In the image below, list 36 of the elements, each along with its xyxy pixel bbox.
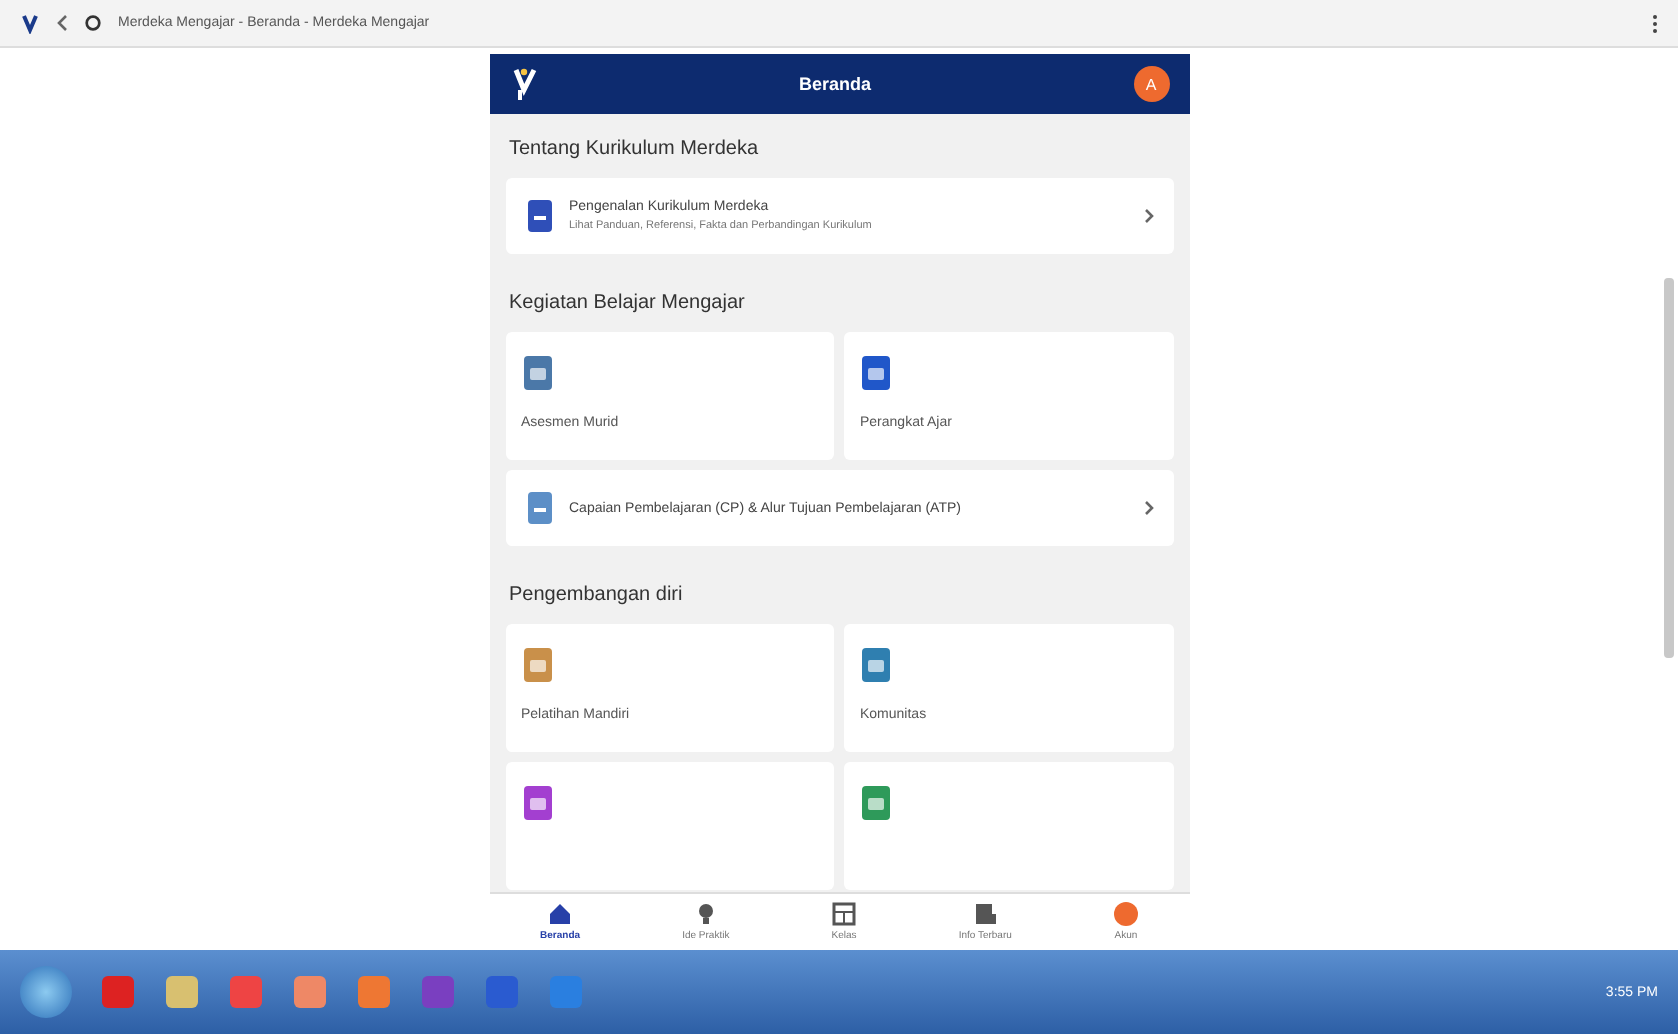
document-icon <box>525 490 553 526</box>
chevron-icon <box>1143 208 1153 224</box>
start-button[interactable] <box>20 966 72 1018</box>
board-icon <box>832 902 856 926</box>
app-icon[interactable] <box>548 974 584 1010</box>
section-title: Tentang Kurikulum Merdeka <box>509 138 761 160</box>
app-logo-icon <box>509 66 537 102</box>
section-title: Pengembangan diri <box>509 584 685 606</box>
back-icon[interactable] <box>56 14 68 32</box>
card-icon <box>521 352 553 392</box>
app-icon[interactable] <box>164 974 200 1010</box>
card-icon <box>860 644 892 684</box>
app-icon[interactable] <box>292 974 328 1010</box>
home-icon <box>548 902 573 926</box>
app-icon[interactable] <box>100 974 136 1010</box>
app-icon[interactable] <box>420 974 456 1010</box>
app-icon[interactable] <box>228 974 264 1010</box>
app-icon[interactable] <box>356 974 392 1010</box>
reload-icon[interactable] <box>84 14 102 32</box>
menu-tile[interactable] <box>844 762 1173 890</box>
app-icon[interactable] <box>484 974 520 1010</box>
card-icon <box>860 782 892 822</box>
menu-icon[interactable] <box>1652 13 1658 33</box>
lightbulb-icon <box>695 902 716 926</box>
document-icon <box>525 198 553 234</box>
scrollbar[interactable] <box>1664 278 1674 658</box>
avatar-icon <box>1113 902 1138 926</box>
card-icon <box>521 644 553 684</box>
menu-tile[interactable] <box>505 762 834 890</box>
document-icon <box>973 902 998 926</box>
chevron-icon <box>1143 500 1153 516</box>
section-title: Kegiatan Belajar Mengajar <box>509 292 747 314</box>
card-icon <box>860 352 892 392</box>
app-logo-icon <box>20 13 40 33</box>
app-bar-title: Beranda <box>796 74 873 94</box>
card-icon <box>521 782 553 822</box>
